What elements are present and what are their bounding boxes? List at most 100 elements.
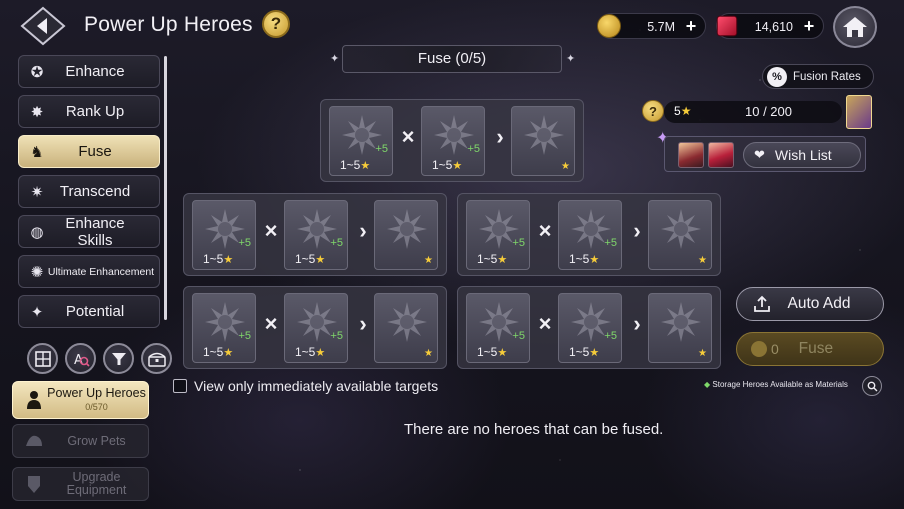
search-filter-button[interactable]: A	[65, 343, 96, 374]
star-range: 1~5★	[569, 345, 599, 359]
help-icon: ?	[649, 103, 657, 119]
ruby-currency: 14,610 +	[716, 13, 824, 39]
menu-item-label: Ultimate Enhancement	[47, 265, 155, 278]
fuse-button-label: Fuse	[798, 340, 834, 357]
add-gold-button[interactable]: +	[683, 17, 699, 35]
arrow-icon: ›	[633, 311, 641, 336]
nav-power-up-heroes[interactable]: Power Up Heroes 0/570	[12, 381, 149, 419]
times-icon: ×	[264, 218, 278, 243]
gold-currency: 5.7M +	[597, 13, 706, 39]
funnel-icon	[111, 352, 126, 365]
fusion-recipe: +5 1~5★ × +5 1~5★ › ★	[457, 286, 721, 369]
star-icon: ★	[315, 254, 326, 266]
result-slot: ★	[648, 293, 712, 363]
auto-add-button[interactable]: Auto Add	[736, 287, 884, 321]
gold-coin-icon	[597, 14, 621, 38]
star-icon: ★	[223, 254, 234, 266]
bonus-label: +5	[330, 237, 343, 249]
hero-portrait[interactable]	[708, 142, 734, 168]
rank-up-icon: ✸	[30, 103, 44, 121]
add-ruby-button[interactable]: +	[801, 17, 817, 35]
menu-item-potential[interactable]: ✦ Potential	[18, 295, 160, 328]
empty-message: There are no heroes that can be fused.	[404, 421, 664, 438]
menu-item-rank-up[interactable]: ✸ Rank Up	[18, 95, 160, 128]
nav-upgrade-equipment-label: Upgrade Equipment	[66, 470, 127, 497]
available-checkbox[interactable]	[173, 379, 187, 393]
fusion-recipe: +5 1~5★ × +5 1~5★ › ★	[457, 193, 721, 276]
star-range: 1~5★	[203, 345, 233, 359]
hero-silhouette-icon	[23, 389, 45, 411]
gold-amount: 5.7M	[647, 20, 675, 34]
material-slot[interactable]: +5 1~5★	[558, 200, 622, 270]
help-button[interactable]: ?	[262, 10, 290, 38]
star-icon: ★	[589, 254, 600, 266]
back-button[interactable]	[20, 6, 66, 46]
times-icon: ×	[538, 311, 552, 336]
menu-item-enhance-skills[interactable]: ◍ Enhance Skills	[18, 215, 160, 249]
wish-star-grade: 5★	[674, 104, 691, 118]
star-icon: ★	[452, 160, 463, 172]
home-button[interactable]	[833, 6, 877, 48]
material-slot[interactable]: +5 1~5★	[284, 200, 348, 270]
range-text: 1~5	[203, 345, 224, 359]
fuse-cost: 0	[771, 341, 779, 357]
material-slot[interactable]: +5 1~5★	[192, 293, 256, 363]
fusion-rates-button[interactable]: % Fusion Rates	[762, 64, 874, 89]
material-slot[interactable]: +5 1~5★	[466, 200, 530, 270]
transcend-icon: ✷	[30, 183, 44, 201]
menu-item-transcend[interactable]: ✷ Transcend	[18, 175, 160, 208]
hero-placeholder-icon	[524, 115, 564, 155]
wish-help-button[interactable]: ?	[642, 100, 664, 122]
range-text: 1~5	[340, 158, 361, 172]
wish-list-button[interactable]: ❤ Wish List	[743, 142, 861, 168]
bonus-label: +5	[238, 330, 251, 342]
times-icon: ×	[264, 311, 278, 336]
fusion-rates-label: Fusion Rates	[793, 70, 861, 83]
storage-note: ◆ Storage Heroes Available as Materials	[704, 380, 848, 389]
nav-grow-pets[interactable]: Grow Pets	[12, 424, 149, 458]
ruby-amount: 14,610	[754, 20, 793, 34]
star-icon: ★	[424, 348, 433, 359]
menu-item-fuse[interactable]: ♞ Fuse	[18, 135, 160, 168]
star-icon: ★	[561, 161, 570, 172]
storage-button[interactable]	[141, 343, 172, 374]
enhance-icon: ✪	[30, 63, 44, 81]
nav-upgrade-equipment[interactable]: Upgrade Equipment	[12, 467, 149, 501]
fuse-button[interactable]: 0 Fuse	[736, 332, 884, 366]
star-icon: ★	[698, 255, 707, 266]
hero-portrait[interactable]	[678, 142, 704, 168]
grid-view-button[interactable]	[27, 343, 58, 374]
available-filter[interactable]: View only immediately available targets	[173, 378, 438, 394]
menu-item-enhance[interactable]: ✪ Enhance	[18, 55, 160, 88]
arrow-icon: ›	[359, 218, 367, 243]
material-slot[interactable]: +5 1~5★	[558, 293, 622, 363]
star-range: 1~5★	[477, 345, 507, 359]
material-slot[interactable]: +5 1~5★	[192, 200, 256, 270]
material-slot[interactable]: +5 1~5★	[329, 106, 393, 176]
range-text: 1~5	[569, 252, 590, 266]
hero-card-icon[interactable]	[846, 95, 872, 129]
star-icon: ★	[680, 104, 692, 118]
range-text: 1~5	[432, 158, 453, 172]
menu-item-label: Fuse	[78, 143, 112, 160]
storage-search-button[interactable]	[862, 376, 882, 396]
filter-button[interactable]	[103, 343, 134, 374]
storage-note-text: Storage Heroes Available as Materials	[712, 380, 848, 389]
wish-star-value: 5	[674, 104, 681, 118]
bonus-label: +5	[238, 237, 251, 249]
material-slot[interactable]: +5 1~5★	[284, 293, 348, 363]
material-slot[interactable]: +5 1~5★	[466, 293, 530, 363]
range-text: 1~5	[203, 252, 224, 266]
star-icon: ★	[698, 348, 707, 359]
menu-item-ultimate-enhancement[interactable]: ✺ Ultimate Enhancement	[18, 255, 160, 288]
menu-scrollbar[interactable]	[164, 56, 167, 320]
heart-icon: ❤	[754, 147, 765, 162]
star-range: 1~5★	[569, 252, 599, 266]
home-icon	[843, 17, 867, 37]
hero-count: 0/570	[85, 401, 108, 412]
bonus-label: +5	[604, 237, 617, 249]
search-filter-icon: A	[74, 353, 90, 368]
star-icon: ★	[360, 160, 371, 172]
hero-placeholder-icon	[661, 302, 701, 342]
material-slot[interactable]: +5 1~5★	[421, 106, 485, 176]
